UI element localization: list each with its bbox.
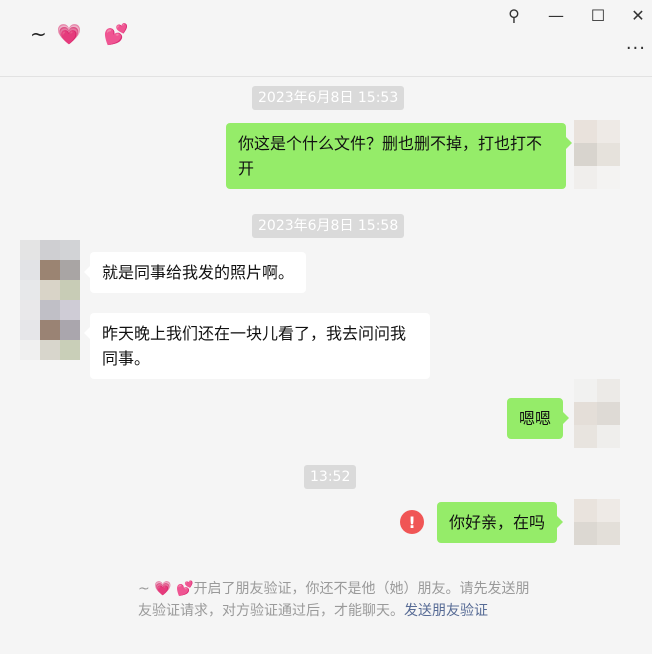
sent-message-bubble[interactable]: 嗯嗯: [507, 398, 570, 439]
timestamp: 13:52: [304, 465, 357, 489]
chat-title[interactable]: ~ 💗 💕: [30, 22, 129, 46]
send-failed-icon[interactable]: !: [400, 510, 424, 534]
pin-icon[interactable]: ⚲: [498, 2, 530, 28]
received-message-bubble[interactable]: 昨天晚上我们还在一块儿看了，我去问问我同事。: [84, 313, 430, 379]
more-options-icon[interactable]: ···: [626, 38, 646, 59]
two-hearts-icon: 💕: [103, 22, 129, 46]
sent-message-bubble[interactable]: 你好亲，在吗: [437, 502, 564, 543]
timestamp: 2023年6月8日 15:58: [252, 214, 405, 238]
friend-verification-notice: ~ 💗 💕开启了朋友验证，你还不是他（她）朋友。请先发送朋友验证请求，对方验证通…: [138, 578, 538, 622]
my-avatar[interactable]: [574, 120, 620, 189]
my-avatar[interactable]: [574, 379, 620, 448]
heart-icon: 💗: [56, 22, 82, 46]
sent-message-bubble[interactable]: 你这是个什么文件？删也删不掉，打也打不开: [226, 123, 572, 189]
my-avatar[interactable]: [574, 499, 620, 545]
maximize-button[interactable]: ☐: [582, 2, 614, 28]
close-button[interactable]: ✕: [622, 2, 652, 28]
chat-header: ~ 💗 💕 ⚲ — ☐ ✕ ···: [0, 0, 652, 77]
timestamp: 2023年6月8日 15:53: [252, 86, 405, 110]
contact-avatar[interactable]: [20, 240, 80, 360]
minimize-button[interactable]: —: [540, 2, 572, 28]
send-verification-link[interactable]: 发送朋友验证: [404, 603, 488, 619]
received-message-bubble[interactable]: 就是同事给我发的照片啊。: [83, 252, 307, 293]
chat-name-text: ~: [30, 22, 47, 46]
